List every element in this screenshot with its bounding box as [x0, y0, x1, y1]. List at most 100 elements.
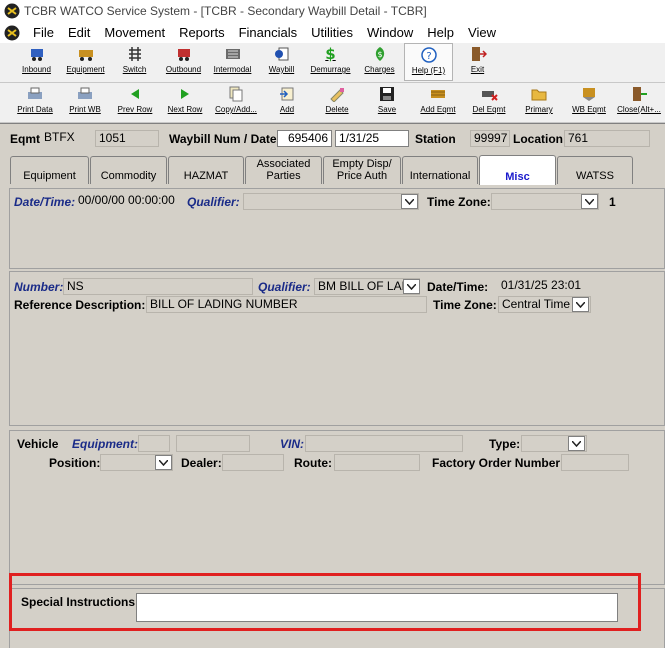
window-title: TCBR WATCO Service System - [TCBR - Seco…	[24, 4, 427, 18]
save-icon	[378, 86, 396, 102]
wb-eqmt-button[interactable]: WB Eqmt	[564, 83, 614, 121]
primary-label: Primary	[525, 105, 553, 114]
close-button[interactable]: Close(Alt+...	[614, 83, 664, 121]
eqmt-number-field: 1051	[95, 130, 159, 147]
waybill-button[interactable]: Waybill	[257, 43, 306, 81]
vin-label: VIN:	[280, 437, 304, 451]
qualifier-select[interactable]	[243, 193, 419, 210]
del-eqmt-label: Del Eqmt	[472, 105, 506, 114]
exit-label: Exit	[470, 65, 485, 74]
factory-order-number-field[interactable]	[561, 454, 629, 471]
reference-datetime-label: Date/Time:	[427, 280, 489, 294]
waybill-number-field[interactable]: 695406	[277, 130, 332, 147]
location-label: Location	[513, 132, 563, 146]
menu-edit[interactable]: Edit	[61, 25, 97, 40]
waybill-header: Eqmt BTFX 1051 Waybill Num / Date 695406…	[0, 123, 665, 153]
tab-misc[interactable]: Misc	[479, 155, 556, 185]
intermodal-label: Intermodal	[213, 65, 252, 74]
highlight-box	[9, 573, 641, 631]
record-toolbar: Print Data Print WB Prev Row Next Row Co…	[0, 83, 665, 123]
del-eqmt-button[interactable]: Del Eqmt	[464, 83, 514, 121]
menu-view[interactable]: View	[461, 25, 503, 40]
tab-associated-parties[interactable]: Associated Parties	[245, 156, 322, 184]
equipment-button[interactable]: Equipment	[61, 43, 110, 81]
type-label: Type:	[489, 437, 521, 451]
next-row-button[interactable]: Next Row	[160, 83, 210, 121]
chevron-down-icon[interactable]	[403, 279, 420, 294]
inbound-label: Inbound	[22, 65, 51, 74]
intermodal-button[interactable]: Intermodal	[208, 43, 257, 81]
location-field: 761	[564, 130, 650, 147]
datetime-field[interactable]: 00/00/00 00:00:00	[75, 193, 186, 210]
reference-description-field[interactable]: BILL OF LADING NUMBER	[146, 296, 427, 313]
app-menu-icon[interactable]	[4, 25, 20, 41]
menu-help[interactable]: Help	[420, 25, 461, 40]
reference-datetime-field[interactable]: 01/31/25 23:01	[498, 278, 622, 295]
menu-bar: File Edit Movement Reports Financials Ut…	[0, 22, 665, 43]
close-icon	[630, 86, 648, 102]
print-data-label: Print Data	[17, 105, 53, 114]
print-wb-button[interactable]: Print WB	[60, 83, 110, 121]
demurrage-button[interactable]: $ Demurrage	[306, 43, 355, 81]
help-button[interactable]: ? Help (F1)	[404, 43, 453, 81]
menu-window[interactable]: Window	[360, 25, 420, 40]
row-count: 1	[609, 195, 616, 209]
chevron-down-icon[interactable]	[155, 455, 172, 470]
route-field[interactable]	[334, 454, 420, 471]
save-button[interactable]: Save	[362, 83, 412, 121]
delete-label: Delete	[325, 105, 349, 114]
menu-utilities[interactable]: Utilities	[304, 25, 360, 40]
add-label: Add	[279, 105, 295, 114]
outbound-icon	[175, 46, 193, 62]
menu-financials[interactable]: Financials	[232, 25, 305, 40]
chevron-down-icon[interactable]	[401, 194, 418, 209]
chevron-down-icon[interactable]	[572, 297, 589, 312]
waybill-label: Waybill	[268, 65, 295, 74]
equipment-icon	[77, 46, 95, 62]
eqmt-init-field: BTFX	[41, 130, 92, 147]
exit-button[interactable]: Exit	[453, 43, 502, 81]
factory-order-number-label: Factory Order Number:	[432, 456, 565, 470]
delete-button[interactable]: Delete	[312, 83, 362, 121]
menu-file[interactable]: File	[26, 25, 61, 40]
waybill-date-field[interactable]: 1/31/25	[335, 130, 409, 147]
inbound-button[interactable]: Inbound	[12, 43, 61, 81]
tab-empty-disp-price-auth[interactable]: Empty Disp/ Price Auth	[323, 156, 401, 184]
dealer-field[interactable]	[222, 454, 284, 471]
switch-button[interactable]: Switch	[110, 43, 159, 81]
main-toolbar: Inbound Equipment Switch Outbound Interm…	[0, 43, 665, 83]
tab-watss[interactable]: WATSS	[557, 156, 633, 184]
delete-icon	[328, 86, 346, 102]
close-label: Close(Alt+...	[617, 105, 661, 114]
charges-button[interactable]: $ Charges	[355, 43, 404, 81]
chevron-down-icon[interactable]	[581, 194, 598, 209]
print-data-button[interactable]: Print Data	[10, 83, 60, 121]
outbound-button[interactable]: Outbound	[159, 43, 208, 81]
copy-add-button[interactable]: Copy/Add...	[210, 83, 262, 121]
menu-movement[interactable]: Movement	[97, 25, 172, 40]
add-button[interactable]: Add	[262, 83, 312, 121]
demurrage-icon: $	[325, 45, 336, 63]
station-field: 99997	[470, 130, 510, 147]
tab-international[interactable]: International	[402, 156, 478, 184]
print-wb-icon	[76, 86, 94, 102]
tab-commodity[interactable]: Commodity	[90, 156, 167, 184]
exit-icon	[469, 46, 487, 62]
chevron-down-icon[interactable]	[568, 436, 585, 451]
tab-equipment[interactable]: Equipment	[10, 156, 89, 184]
tab-hazmat[interactable]: HAZMAT	[168, 156, 244, 184]
add-eqmt-button[interactable]: Add Eqmt	[412, 83, 464, 121]
help-icon: ?	[420, 47, 438, 63]
menu-reports[interactable]: Reports	[172, 25, 232, 40]
switch-icon	[126, 46, 144, 62]
vin-field[interactable]	[305, 435, 463, 452]
reference-number-field[interactable]: NS	[63, 278, 253, 295]
prev-row-button[interactable]: Prev Row	[110, 83, 160, 121]
equipment-label: Equipment	[66, 65, 105, 74]
reference-panel: Number: NS Qualifier: BM BILL OF LADII D…	[9, 271, 665, 426]
vehicle-equipment-number-field[interactable]	[176, 435, 250, 452]
primary-button[interactable]: Primary	[514, 83, 564, 121]
demurrage-label: Demurrage	[310, 65, 351, 74]
print-icon	[26, 86, 44, 102]
vehicle-equipment-init-field[interactable]	[138, 435, 170, 452]
